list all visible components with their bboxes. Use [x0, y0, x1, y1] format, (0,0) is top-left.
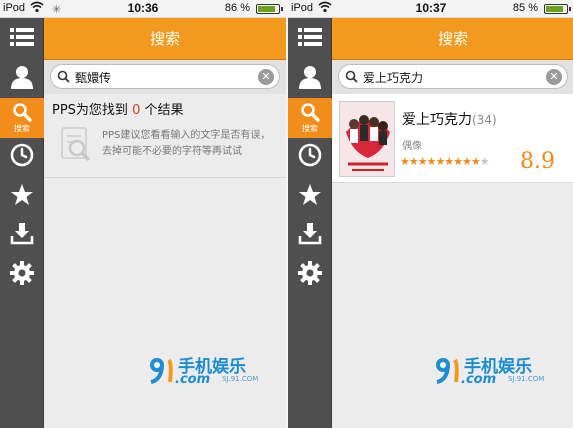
sidebar: 搜索: [288, 18, 332, 428]
search-icon: [13, 103, 32, 122]
clock-icon: [298, 143, 322, 167]
watermark-logo: 手机娱乐 .com SJ.91.COM: [434, 352, 573, 388]
search-bar: ✕: [332, 60, 573, 94]
sidebar-item-menu[interactable]: [288, 18, 332, 56]
gear-icon: [10, 261, 34, 285]
star-rating: ★★★★★★★★★★: [400, 155, 490, 168]
status-bar: iPod 10:37 85 %: [288, 0, 573, 18]
sidebar-item-download[interactable]: [288, 214, 332, 252]
battery-cap: [569, 7, 571, 11]
page-title: 搜索: [332, 18, 573, 60]
clear-search-button[interactable]: ✕: [546, 69, 562, 85]
battery-percent: 86 %: [224, 2, 250, 14]
watermark-com: .com: [175, 372, 211, 387]
sidebar: 搜索: [0, 18, 44, 428]
search-icon: [301, 103, 320, 122]
status-bar: iPod ✳ 10:36 86 %: [0, 0, 286, 18]
search-result-item[interactable]: 爱上巧克力(34) 偶像 ★★★★★★★★★★ 8.9: [332, 94, 573, 183]
sidebar-item-history[interactable]: [288, 136, 332, 174]
user-icon: [11, 66, 33, 89]
result-prefix: PPS为您找到: [52, 103, 128, 118]
sidebar-item-favorites[interactable]: [288, 176, 332, 214]
search-icon: [57, 70, 70, 83]
sidebar-item-menu[interactable]: [0, 18, 44, 56]
battery-icon: [256, 4, 280, 14]
watermark-logo: 手机娱乐 .com SJ.91.COM: [148, 352, 286, 388]
list-icon: [10, 28, 34, 46]
search-field[interactable]: ✕: [50, 64, 280, 89]
close-icon: ✕: [549, 70, 559, 83]
list-icon: [298, 28, 322, 46]
movie-title: 爱上巧克力: [402, 112, 472, 128]
result-title-line: 爱上巧克力(34): [402, 109, 497, 129]
empty-star-icon: ★: [479, 155, 490, 168]
search-input[interactable]: [363, 68, 533, 86]
divider: [44, 177, 286, 178]
close-icon: ✕: [261, 70, 271, 83]
watermark-91-icon: [150, 358, 173, 384]
sidebar-item-user[interactable]: [0, 58, 44, 96]
download-icon: [298, 223, 322, 245]
search-field[interactable]: ✕: [338, 64, 568, 89]
sidebar-item-search[interactable]: 搜索: [0, 98, 44, 138]
star-icon: [11, 184, 33, 205]
genre-label: 偶像: [402, 141, 422, 152]
sidebar-item-history[interactable]: [0, 136, 44, 174]
sidebar-item-settings[interactable]: [288, 254, 332, 292]
result-suffix: 个结果: [144, 103, 184, 118]
sidebar-item-label: 搜索: [14, 124, 30, 133]
sidebar-item-settings[interactable]: [0, 254, 44, 292]
no-result-search-icon: [61, 127, 91, 162]
search-suggestion: PPS建议您看看输入的文字是否有误，去掉可能不必要的字符等再试试: [102, 130, 271, 157]
filled-stars-icon: ★★★★★★★★★: [400, 155, 481, 168]
result-count: 0: [132, 103, 141, 118]
battery-percent: 85 %: [512, 2, 538, 14]
sidebar-item-download[interactable]: [0, 214, 44, 252]
gear-icon: [298, 261, 322, 285]
clock-icon: [10, 143, 34, 167]
poster-image: [340, 102, 394, 176]
watermark-com: .com: [461, 372, 497, 387]
screen-right: iPod 10:37 85 % 搜索 搜索 爱上巧克力 ✕ 爱上巧克力(34) …: [288, 0, 573, 428]
search-input[interactable]: [75, 68, 245, 86]
result-summary: PPS为您找到 0 个结果: [52, 99, 184, 118]
rating-score: 8.9: [520, 149, 555, 174]
download-icon: [10, 223, 34, 245]
battery-icon: [544, 4, 568, 14]
episode-count: (34): [472, 113, 497, 127]
sidebar-item-user[interactable]: [288, 58, 332, 96]
sidebar-item-label: 搜索: [302, 124, 318, 133]
watermark-url: SJ.91.COM: [508, 375, 545, 383]
screen-left: iPod ✳ 10:36 86 % 搜索 搜索 甄嬛传 ✕ PPS为您找到 0 …: [0, 0, 286, 428]
user-icon: [299, 66, 321, 89]
star-icon: [299, 184, 321, 205]
clear-search-button[interactable]: ✕: [258, 69, 274, 85]
page-title: 搜索: [44, 18, 286, 60]
watermark-url: SJ.91.COM: [222, 375, 259, 383]
search-bar: ✕: [44, 60, 286, 94]
watermark-91-icon: [436, 358, 459, 384]
sidebar-item-favorites[interactable]: [0, 176, 44, 214]
sidebar-item-search[interactable]: 搜索: [288, 98, 332, 138]
search-icon: [345, 70, 358, 83]
movie-poster[interactable]: [339, 101, 395, 177]
battery-cap: [281, 7, 283, 11]
